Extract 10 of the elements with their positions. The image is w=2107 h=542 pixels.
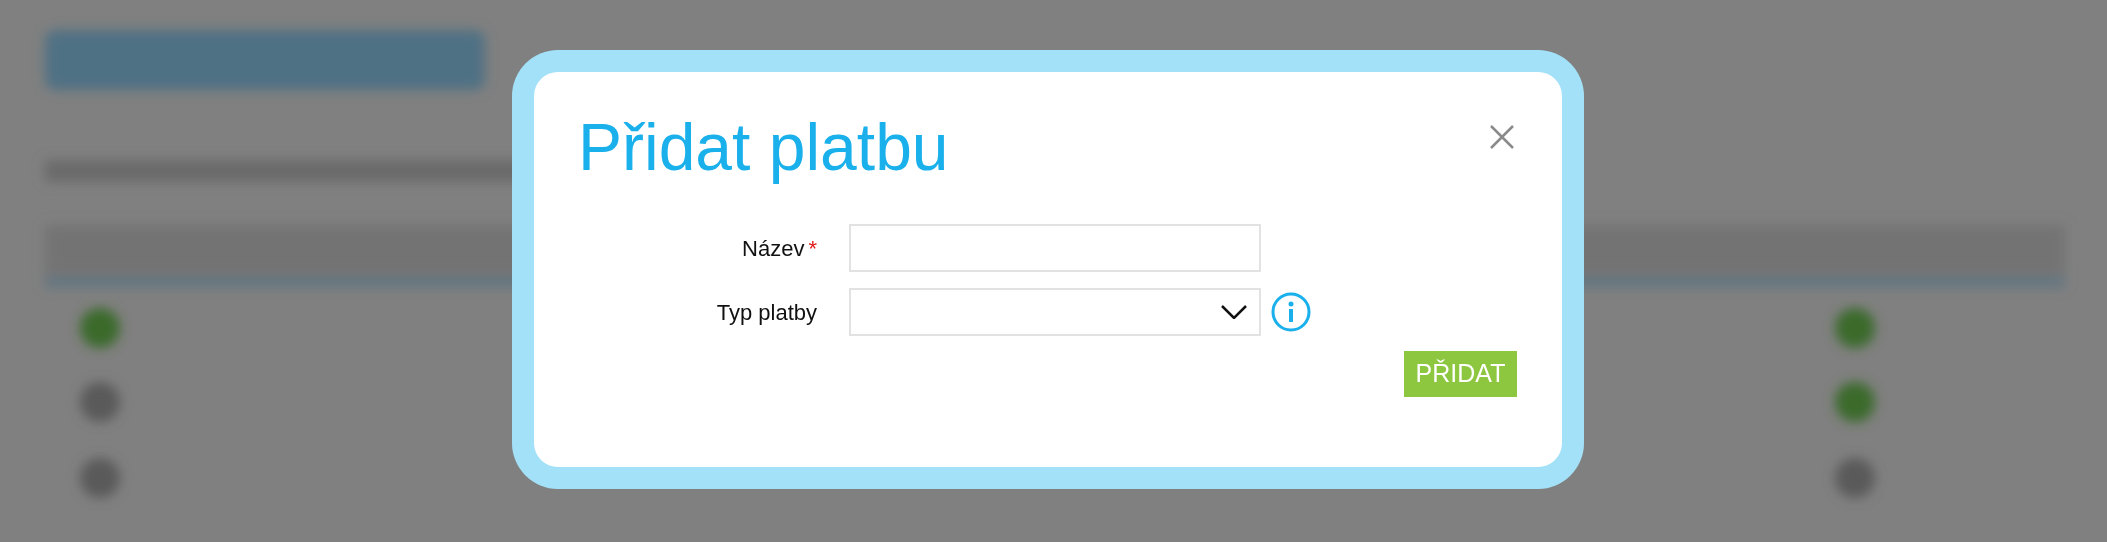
field-label: Typ platby (716, 298, 817, 327)
payment-type-select[interactable] (849, 288, 1261, 336)
close-icon (1489, 124, 1515, 150)
close-button[interactable] (1489, 124, 1515, 150)
chevron-down-icon (1221, 305, 1247, 319)
info-icon[interactable] (1271, 292, 1311, 332)
add-button[interactable]: PŘIDAT (1404, 351, 1517, 397)
name-input-field[interactable] (849, 224, 1261, 272)
field-label: Název (742, 234, 805, 263)
required-mark: * (808, 234, 817, 263)
